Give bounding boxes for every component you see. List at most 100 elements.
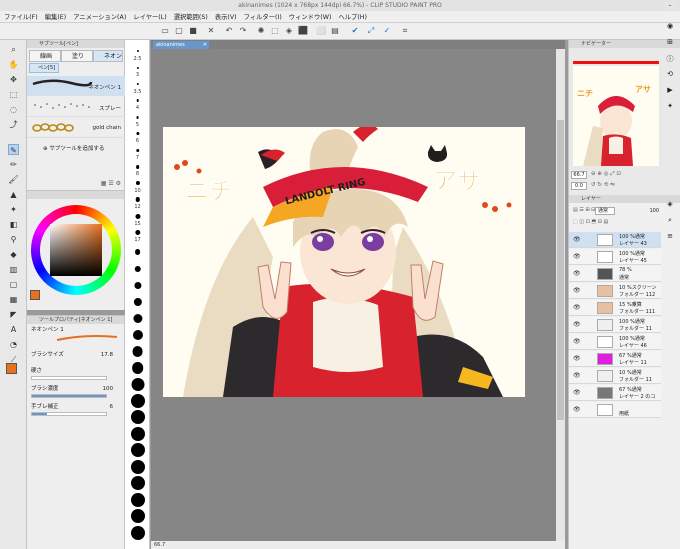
layer-row[interactable]: 👁 15 %乗算 フォルダー 111: [569, 300, 661, 316]
decoration-tool-icon[interactable]: ✦: [8, 204, 19, 215]
brush-size-cell[interactable]: [125, 409, 150, 426]
add-subtool-button[interactable]: ⊕ サブツールを追加する: [43, 144, 123, 154]
layer-row[interactable]: 👁 100 %通常 レイヤー 46: [569, 334, 661, 350]
history-icon[interactable]: ⟲: [664, 70, 676, 80]
subtool-group-neon[interactable]: ネオン: [93, 50, 123, 62]
fill-icon[interactable]: ◈: [284, 26, 294, 36]
brush-item-gold-chain[interactable]: gold chain: [27, 118, 125, 138]
selection-tool-icon[interactable]: ⬚: [8, 89, 19, 100]
stabilization-slider[interactable]: [31, 412, 107, 416]
lasso-tool-icon[interactable]: ◌: [8, 104, 19, 115]
brush-size-cell[interactable]: 10: [125, 178, 150, 195]
layer-row[interactable]: 👁 10 %スクリーン フォルダー 112: [569, 283, 661, 299]
brush-size-cell[interactable]: [125, 492, 150, 509]
brush-item-spray[interactable]: スプレー: [27, 97, 125, 117]
move-tool-icon[interactable]: ✥: [8, 74, 19, 85]
visibility-eye-icon[interactable]: 👁: [573, 253, 581, 260]
eyedropper-tool-icon[interactable]: ⤴: [8, 119, 19, 130]
airbrush-tool-icon[interactable]: ▲: [8, 189, 19, 200]
blend-tool-icon[interactable]: ⚲: [8, 234, 19, 245]
minimize-icon[interactable]: –: [664, 2, 676, 9]
opacity-value[interactable]: 100: [103, 384, 114, 394]
brush-size-cell[interactable]: [125, 244, 150, 261]
brush-size-cell[interactable]: [125, 426, 150, 443]
layer-row[interactable]: 👁 100 %通常 フォルダー 11: [569, 317, 661, 333]
menu-animation[interactable]: アニメーション(A): [73, 12, 126, 21]
eraser-tool-icon[interactable]: ◧: [8, 219, 19, 230]
property-icon[interactable]: ✦: [664, 102, 676, 112]
transform-icon[interactable]: ⬚: [270, 26, 280, 36]
snap-grid-icon[interactable]: ✓: [382, 26, 392, 36]
auto-action-icon[interactable]: ▶: [664, 86, 676, 96]
frame-tool-icon[interactable]: ▦: [8, 294, 19, 305]
canvas-scroll-thumb[interactable]: [557, 120, 564, 420]
visibility-eye-icon[interactable]: 👁: [573, 270, 581, 277]
navigator-toggle-icon[interactable]: ⊞: [664, 38, 676, 48]
timeline-icon[interactable]: ≡: [664, 232, 676, 242]
visibility-eye-icon[interactable]: 👁: [573, 338, 581, 345]
layer-row[interactable]: 👁 67 %通常 レイヤー 2 のコ: [569, 385, 661, 401]
visibility-eye-icon[interactable]: 👁: [573, 355, 581, 362]
brush-size-cell[interactable]: [125, 277, 150, 294]
brush-size-cell[interactable]: [125, 508, 150, 525]
text-tool-icon[interactable]: A: [8, 324, 19, 335]
redo-icon[interactable]: ↷: [238, 26, 248, 36]
subtool-tab-pen[interactable]: ペン[5]: [29, 63, 59, 73]
artwork-canvas[interactable]: LANDOLT RING ニチ アサ: [163, 127, 525, 397]
navigator-zoom-field[interactable]: 66.7: [571, 171, 587, 179]
brush-size-cell[interactable]: 15: [125, 211, 150, 228]
spinner-icon[interactable]: ✺: [256, 26, 266, 36]
snap-ruler-icon[interactable]: ⤢: [366, 26, 376, 36]
brush-size-cell[interactable]: 6: [125, 129, 150, 146]
brush-size-cell[interactable]: [125, 261, 150, 278]
brush-size-cell[interactable]: [125, 327, 150, 344]
opacity-slider[interactable]: [31, 394, 107, 398]
menu-file[interactable]: ファイル(F): [4, 12, 38, 21]
menu-layer[interactable]: レイヤー(L): [133, 12, 166, 21]
brush-size-cell[interactable]: [125, 475, 150, 492]
brush-size-cell[interactable]: 3.5: [125, 79, 150, 96]
layer-row[interactable]: 👁 67 %通常 レイヤー 11: [569, 351, 661, 367]
select-all-icon[interactable]: ⬛: [298, 26, 308, 36]
brush-size-cell[interactable]: [125, 360, 150, 377]
brush-tool-icon[interactable]: 🖌: [8, 174, 19, 185]
visibility-eye-icon[interactable]: 👁: [573, 287, 581, 294]
new-file-icon[interactable]: ▭: [160, 26, 170, 36]
zoom-tool-icon[interactable]: ⌕: [8, 44, 19, 55]
snap-icon[interactable]: ✔: [350, 26, 360, 36]
subtool-group-lineart[interactable]: 線画: [29, 50, 61, 62]
figure-tool-icon[interactable]: ▢: [8, 279, 19, 290]
invert-icon[interactable]: ▤: [330, 26, 340, 36]
opacity-row[interactable]: ブラシ濃度 100: [31, 384, 121, 394]
brush-size-cell[interactable]: [125, 442, 150, 459]
brush-size-cell[interactable]: [125, 310, 150, 327]
main-color-chip[interactable]: [30, 290, 40, 300]
zoom-readout[interactable]: 66.7: [154, 542, 165, 548]
brush-size-cell[interactable]: 2.5: [125, 46, 150, 63]
main-color-swatch[interactable]: [6, 363, 17, 374]
layer-row[interactable]: 👁 用紙: [569, 402, 661, 418]
save-icon[interactable]: ■: [188, 26, 198, 36]
menu-filter[interactable]: フィルター(I): [244, 12, 282, 21]
navigator-rotate-buttons[interactable]: ↺ ↻ ⟲ ⇋: [591, 182, 661, 189]
menu-edit[interactable]: 編集(E): [45, 12, 67, 21]
pencil-tool-icon[interactable]: ✏: [8, 159, 19, 170]
hardness-slider[interactable]: [31, 376, 107, 380]
brush-size-cell[interactable]: 4: [125, 96, 150, 113]
brush-item-neon[interactable]: ネオンペン 1: [27, 76, 125, 96]
hardness-row[interactable]: 硬さ: [31, 366, 121, 376]
clear-icon[interactable]: ✕: [206, 26, 216, 36]
visibility-eye-icon[interactable]: 👁: [573, 389, 581, 396]
brush-size-row[interactable]: ブラシサイズ 17.8: [31, 350, 121, 360]
layer-row[interactable]: 👁 10 %通常 フォルダー 11: [569, 368, 661, 384]
brush-size-cell[interactable]: 8: [125, 162, 150, 179]
brush-size-value[interactable]: 17.8: [101, 350, 113, 360]
deselect-icon[interactable]: ⬜: [316, 26, 326, 36]
brush-size-cell[interactable]: 12: [125, 195, 150, 212]
stabilization-value[interactable]: 6: [110, 402, 114, 412]
balloon-tool-icon[interactable]: ◔: [8, 339, 19, 350]
visibility-eye-icon[interactable]: 👁: [573, 406, 581, 413]
navigator-zoom-buttons[interactable]: ⊖ ⊕ ◎ ⤢ ⊡: [591, 171, 661, 178]
gradient-tool-icon[interactable]: ▥: [8, 264, 19, 275]
layer-opacity-field[interactable]: 100: [641, 207, 659, 215]
